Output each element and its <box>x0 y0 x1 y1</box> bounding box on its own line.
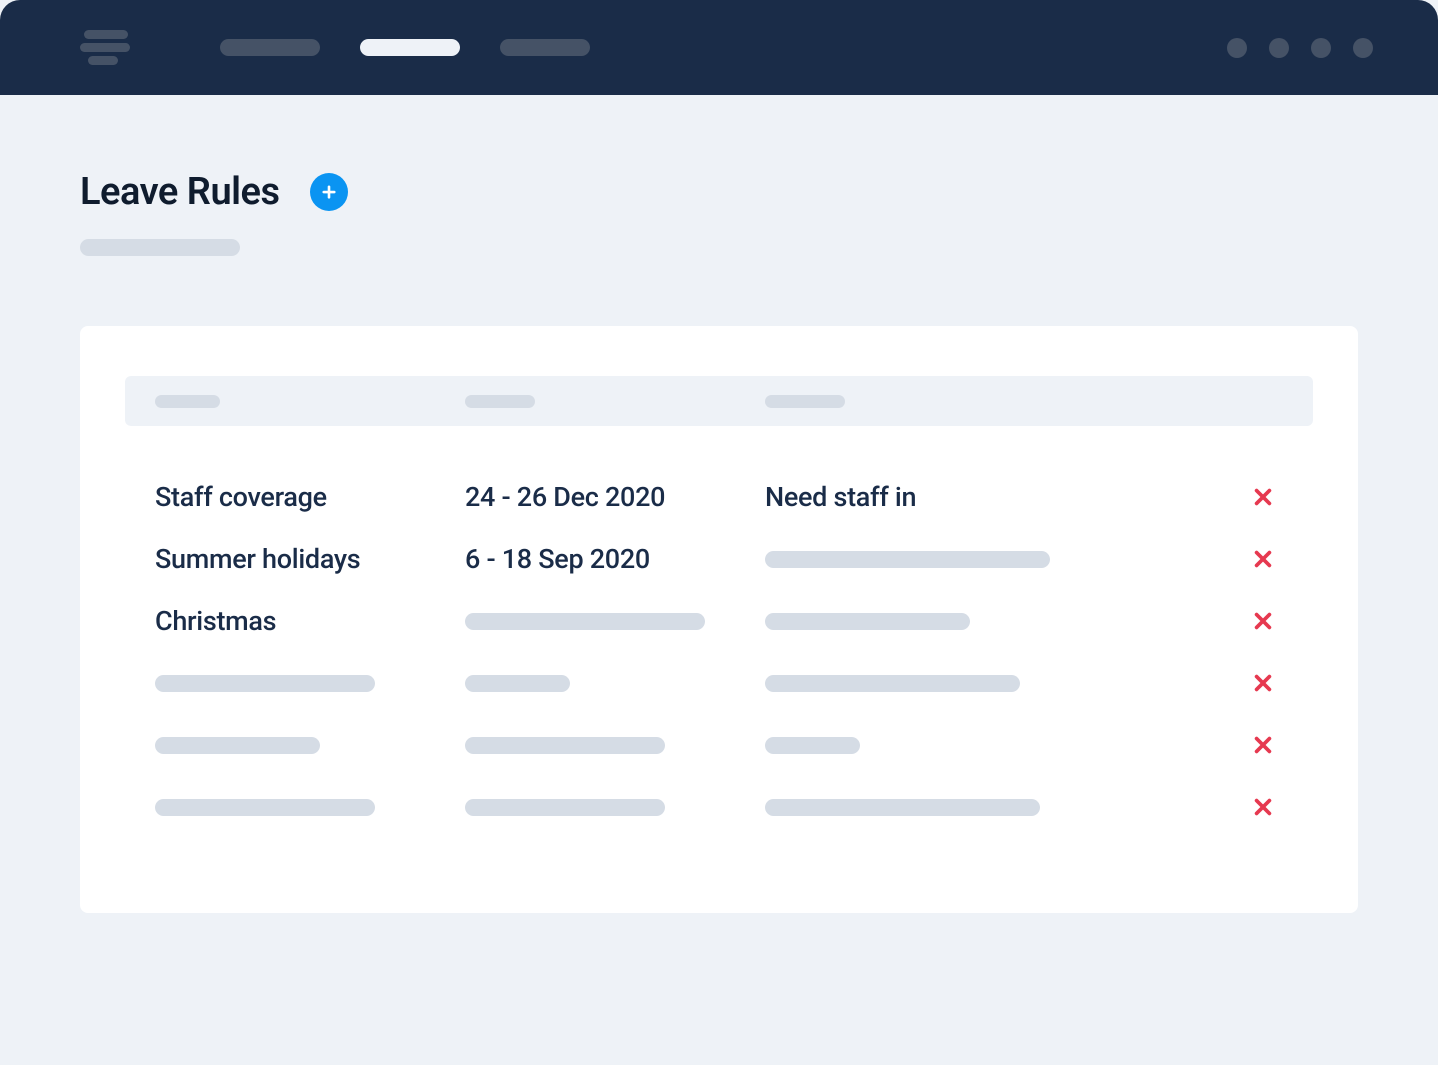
rule-description: Need staff in <box>765 481 916 513</box>
rule-name: Staff coverage <box>155 481 327 513</box>
app-logo <box>80 30 130 65</box>
rule-date-range: 6 - 18 Sep 2020 <box>465 543 650 575</box>
close-icon <box>1252 734 1274 756</box>
close-icon <box>1252 548 1274 570</box>
table-row: Summer holidays 6 - 18 Sep 2020 <box>155 528 1283 590</box>
subtitle-placeholder <box>80 239 240 256</box>
rule-name: Summer holidays <box>155 543 360 575</box>
rules-card: Staff coverage 24 - 26 Dec 2020 Need staff… <box>80 326 1358 913</box>
cell-placeholder <box>155 799 375 816</box>
table-body: Staff coverage 24 - 26 Dec 2020 Need staff… <box>125 466 1313 838</box>
cell-placeholder <box>465 675 570 692</box>
rule-name: Christmas <box>155 605 276 637</box>
cell-placeholder <box>765 613 970 630</box>
nav-item[interactable] <box>500 39 590 56</box>
cell-placeholder <box>765 675 1020 692</box>
close-icon <box>1252 672 1274 694</box>
cell-placeholder <box>155 737 320 754</box>
delete-rule-button[interactable] <box>1248 730 1278 760</box>
main-nav <box>220 39 590 56</box>
nav-item-active[interactable] <box>360 39 460 56</box>
window-dot[interactable] <box>1353 38 1373 58</box>
window-dot[interactable] <box>1311 38 1331 58</box>
delete-rule-button[interactable] <box>1248 792 1278 822</box>
page-content: Leave Rules Staff coverage24 - 26 D <box>0 95 1438 913</box>
delete-rule-button[interactable] <box>1248 606 1278 636</box>
table-row: Staff coverage 24 - 26 Dec 2020 Need staff… <box>155 466 1283 528</box>
cell-placeholder <box>465 799 665 816</box>
page-header: Leave Rules <box>80 170 1358 214</box>
nav-item[interactable] <box>220 39 320 56</box>
close-icon <box>1252 610 1274 632</box>
delete-rule-button[interactable] <box>1248 482 1278 512</box>
table-row <box>155 776 1283 838</box>
close-icon <box>1252 796 1274 818</box>
column-header-placeholder <box>765 395 845 408</box>
window-dot[interactable] <box>1227 38 1247 58</box>
table-row <box>155 652 1283 714</box>
window-controls <box>1227 38 1373 58</box>
window-dot[interactable] <box>1269 38 1289 58</box>
table-row: Christmas <box>155 590 1283 652</box>
cell-placeholder <box>155 675 375 692</box>
plus-icon <box>320 183 338 201</box>
delete-rule-button[interactable] <box>1248 668 1278 698</box>
rule-date-range: 24 - 26 Dec 2020 <box>465 481 665 513</box>
add-rule-button[interactable] <box>310 173 348 211</box>
column-header-placeholder <box>155 395 220 408</box>
cell-placeholder <box>765 737 860 754</box>
table-row <box>155 714 1283 776</box>
delete-rule-button[interactable] <box>1248 544 1278 574</box>
cell-placeholder <box>465 737 665 754</box>
cell-placeholder <box>465 613 705 630</box>
page-title: Leave Rules <box>80 170 280 214</box>
cell-placeholder <box>765 551 1050 568</box>
top-bar <box>0 0 1438 95</box>
cell-placeholder <box>765 799 1040 816</box>
app-window: Leave Rules Staff coverage24 - 26 D <box>0 0 1438 1065</box>
column-header-placeholder <box>465 395 535 408</box>
close-icon <box>1252 486 1274 508</box>
table-header <box>125 376 1313 426</box>
